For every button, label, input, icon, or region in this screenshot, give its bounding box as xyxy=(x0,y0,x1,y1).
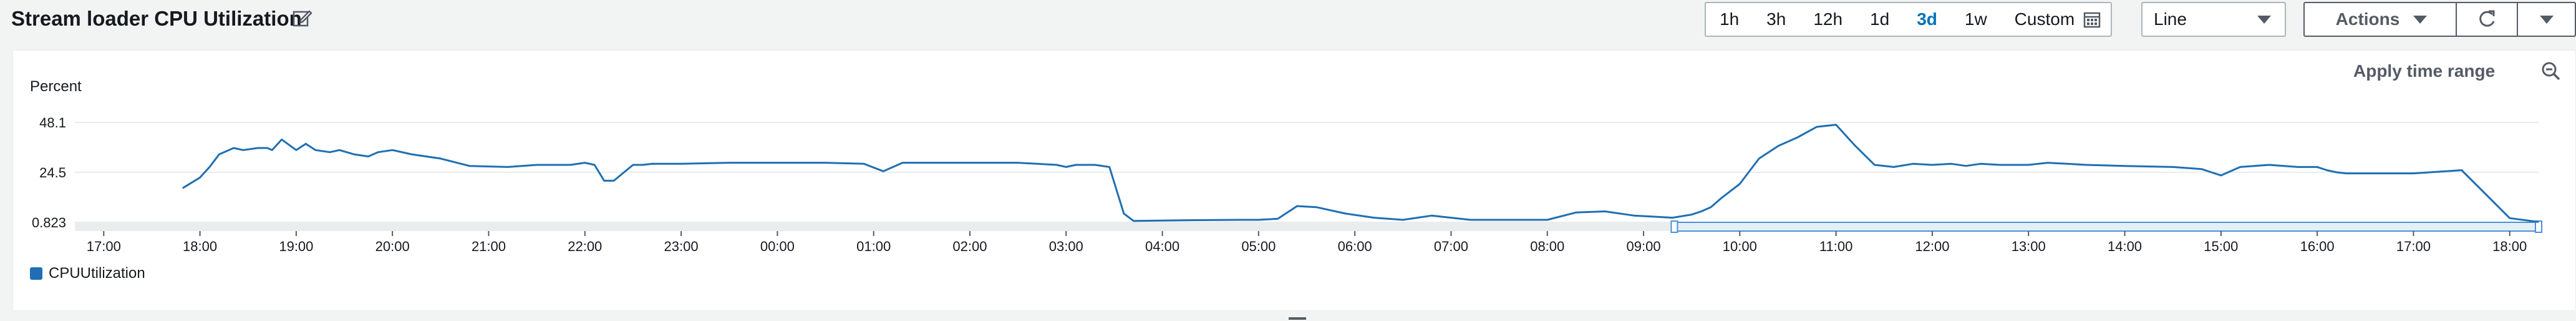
x-tick-label: 01:00 xyxy=(856,239,891,254)
x-tick-label: 14:00 xyxy=(2108,239,2142,254)
x-tick-label: 07:00 xyxy=(1434,239,1468,254)
y-tick-label: 24.5 xyxy=(39,165,66,180)
x-tick-label: 15:00 xyxy=(2204,239,2238,254)
series-line-cpuutilization[interactable] xyxy=(182,124,2539,223)
x-tick-label: 22:00 xyxy=(568,239,602,254)
x-tick-label: 21:00 xyxy=(472,239,506,254)
x-tick-label: 12:00 xyxy=(1915,239,1949,254)
x-tick-label: 18:00 xyxy=(183,239,217,254)
brush-handle-left[interactable] xyxy=(1670,220,1678,233)
y-tick-label: 48.1 xyxy=(39,115,66,131)
resize-handle[interactable] xyxy=(1289,317,1306,320)
x-tick-label: 09:00 xyxy=(1627,239,1661,254)
x-tick-label: 13:00 xyxy=(2012,239,2046,254)
x-tick-label: 02:00 xyxy=(952,239,987,254)
x-tick-label: 11:00 xyxy=(1819,239,1852,254)
x-tick-label: 18:00 xyxy=(2492,239,2527,254)
x-tick-label: 17:00 xyxy=(87,239,121,254)
legend-label[interactable]: CPUUtilization xyxy=(49,265,145,282)
legend: CPUUtilization xyxy=(30,265,145,282)
x-tick-label: 10:00 xyxy=(1723,239,1757,254)
brush-handle-right[interactable] xyxy=(2535,220,2542,233)
x-tick-label: 16:00 xyxy=(2300,239,2335,254)
x-tick-label: 00:00 xyxy=(760,239,795,254)
x-tick-label: 23:00 xyxy=(664,239,699,254)
x-tick-label: 03:00 xyxy=(1049,239,1083,254)
x-tick-label: 08:00 xyxy=(1530,239,1564,254)
x-tick-label: 04:00 xyxy=(1145,239,1179,254)
cpu-line-chart[interactable]: 48.1 24.5 0.823 17:00 18:00 19:00 20:00 21:00 22… xyxy=(0,0,2576,321)
x-tick-label: 17:00 xyxy=(2396,239,2431,254)
x-tick-label: 20:00 xyxy=(375,239,410,254)
x-tick-label: 19:00 xyxy=(279,239,313,254)
x-tick-label: 05:00 xyxy=(1241,239,1276,254)
legend-swatch xyxy=(30,267,42,280)
y-tick-label: 0.823 xyxy=(32,215,66,230)
x-tick-label: 06:00 xyxy=(1338,239,1372,254)
time-selection-brush[interactable] xyxy=(1673,222,2539,232)
